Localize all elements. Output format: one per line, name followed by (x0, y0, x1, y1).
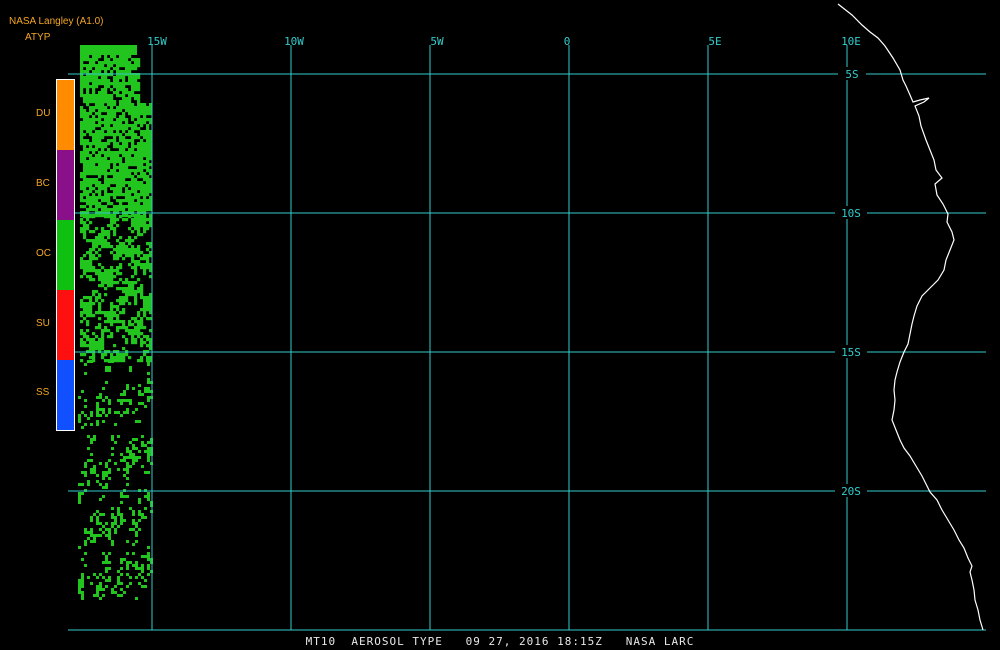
product-code-label: ATYP (25, 32, 51, 43)
producer-label: NASA Langley (A1.0) (9, 16, 104, 27)
lon-label-10w: 10W (284, 35, 304, 48)
legend-label-su: SU (36, 318, 50, 329)
lon-label-5w: 5W (430, 35, 444, 48)
legend-label-du: DU (36, 108, 51, 119)
legend-label-ss: SS (36, 387, 50, 398)
lat-label-15s: 15S (841, 346, 861, 359)
legend-swatch-bc (57, 150, 74, 220)
legend-swatch-ss (57, 360, 74, 430)
lon-label-15w: 15W (147, 35, 167, 48)
lon-label-10e: 10E (841, 35, 861, 48)
legend-swatch-oc (57, 220, 74, 290)
lat-label-20s: 20S (841, 485, 861, 498)
legend-swatch-du (57, 80, 74, 150)
legend-label-bc: BC (36, 178, 50, 189)
lat-label-10s: 10S (841, 207, 861, 220)
aerosol-type-legend (56, 79, 75, 431)
legend-label-oc: OC (36, 248, 51, 259)
lon-label-0: 0 (564, 35, 571, 48)
lon-label-5e: 5E (708, 35, 721, 48)
map-caption: MT10 AEROSOL TYPE 09 27, 2016 18:15Z NAS… (305, 635, 695, 648)
lat-label-5s: 5S (845, 68, 858, 81)
satellite-map: 15W 10W 5W 0 5E 10E 5S 10S 15S 20S (0, 0, 1000, 650)
legend-swatch-su (57, 290, 74, 360)
